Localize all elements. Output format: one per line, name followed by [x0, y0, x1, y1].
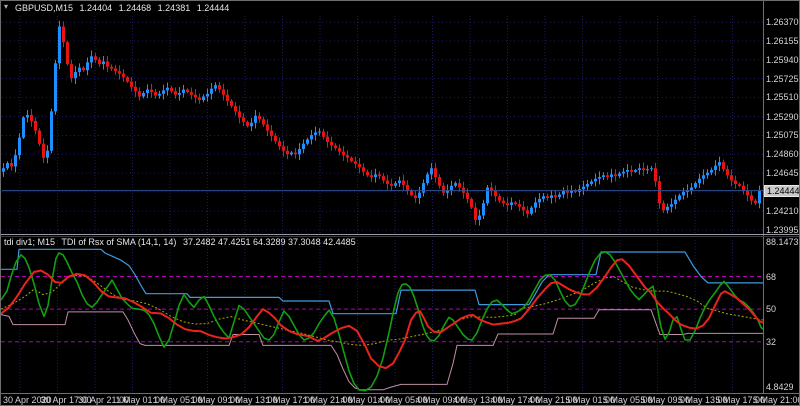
price-axis-label: 1.25510	[766, 92, 799, 103]
price-axis-label: 1.24860	[766, 149, 799, 160]
price-chart-area[interactable]	[1, 1, 763, 234]
time-axis-label: 5 May 21:00	[753, 395, 800, 405]
indicator-axis[interactable]	[764, 237, 799, 393]
symbol-timeframe-label: GBPUSD,M15	[15, 3, 74, 13]
price-axis-label: 1.23995	[766, 224, 799, 235]
price-axis-label: 1.24210	[766, 206, 799, 217]
chart-window: ▾ GBPUSD,M15 1.24404 1.24468 1.24381 1.2…	[0, 0, 800, 406]
price-axis-label: 1.25290	[766, 111, 799, 122]
ohlc-low: 1.24381	[157, 3, 191, 13]
price-axis-label: 1.25725	[766, 73, 799, 84]
indicator-axis-label: 50	[766, 304, 777, 315]
chart-collapse-arrow-icon[interactable]: ▾	[4, 2, 8, 11]
time-axis[interactable]: 30 Apr 2020 30 Apr 17:00 30 Apr 21:00 1 May…	[1, 394, 800, 405]
indicator-axis-label: 32	[766, 336, 777, 347]
panel-splitter[interactable]	[1, 234, 799, 235]
ohlc-close: 1.24444	[196, 3, 230, 13]
price-axis-label: 1.25940	[766, 54, 799, 65]
price-axis-label: 1.26155	[766, 35, 799, 46]
indicator-title: tdi div1; M15 TDI of Rsx of SMA (14,1, 1…	[4, 237, 360, 247]
indicator-formula-label: TDI of Rsx of SMA (14,1, 14)	[61, 237, 177, 247]
indicator-values-label: 37.2482 47.4251 64.3289 37.3048 42.4485	[182, 237, 356, 247]
price-axis-label: 1.24645	[766, 168, 799, 179]
price-axis-label: 1.26370	[766, 17, 799, 28]
indicator-axis-min-label: 4.8429	[766, 382, 794, 392]
main-chart-title: GBPUSD,M15 1.24404 1.24468 1.24381 1.244…	[15, 3, 233, 13]
indicator-axis-label: 68	[766, 271, 777, 282]
ohlc-open: 1.24404	[79, 3, 113, 13]
indicator-name-label: tdi div1; M15	[4, 237, 56, 247]
ohlc-high: 1.24468	[118, 3, 152, 13]
current-price-box: 1.24444	[764, 184, 799, 197]
indicator-axis-max-label: 88.1473	[766, 237, 799, 247]
indicator-chart-area[interactable]	[1, 237, 763, 393]
price-axis-label: 1.25075	[766, 130, 799, 141]
